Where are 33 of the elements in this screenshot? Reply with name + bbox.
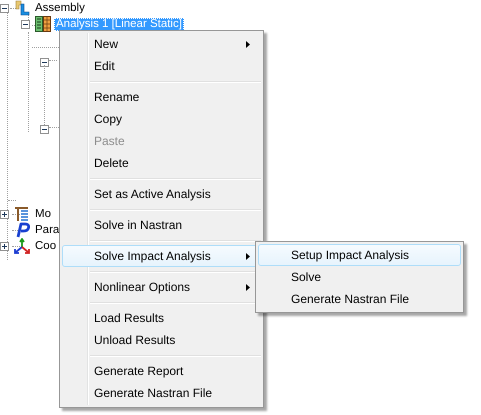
expand-icon[interactable]: [0, 210, 9, 218]
collapse-icon[interactable]: [21, 20, 30, 28]
menu-item[interactable]: Nonlinear Options: [62, 276, 261, 298]
menu-item[interactable]: Setup Impact Analysis: [258, 244, 461, 266]
menu-item[interactable]: Copy: [62, 108, 261, 130]
menu-item[interactable]: Delete: [62, 152, 261, 174]
assembly-icon: [14, 0, 30, 16]
menu-item[interactable]: New: [62, 33, 261, 55]
collapse-icon[interactable]: [40, 125, 49, 134]
menu-item[interactable]: Generate Report: [62, 360, 261, 382]
tree-item[interactable]: Para: [33, 224, 62, 236]
submenu-arrow-icon: [246, 284, 250, 290]
menu-item[interactable]: Generate Nastran File: [62, 382, 261, 404]
tree-item[interactable]: Coo: [33, 240, 58, 252]
menu-item[interactable]: Solve: [258, 266, 461, 288]
parameter-icon: [14, 222, 30, 238]
menu-item[interactable]: Set as Active Analysis: [62, 183, 261, 205]
submenu-arrow-icon: [246, 252, 250, 260]
tree-item[interactable]: Mo: [33, 208, 53, 220]
collapse-icon[interactable]: [40, 58, 49, 67]
coordinate-icon: [14, 238, 30, 254]
expand-icon[interactable]: [0, 242, 9, 250]
menu-item[interactable]: Generate Nastran File: [258, 288, 461, 310]
menu-item[interactable]: Solve in Nastran: [62, 214, 261, 236]
menu-item[interactable]: Load Results: [62, 307, 261, 329]
tree-item[interactable]: Assembly: [33, 2, 87, 14]
menu-item[interactable]: Edit: [62, 55, 261, 77]
analysis-icon: [35, 16, 51, 32]
menu-item[interactable]: Unload Results: [62, 329, 261, 351]
model-icon: [14, 206, 30, 222]
submenu-arrow-icon: [246, 40, 250, 48]
collapse-icon[interactable]: [0, 4, 9, 12]
menu-item[interactable]: Rename: [62, 86, 261, 108]
